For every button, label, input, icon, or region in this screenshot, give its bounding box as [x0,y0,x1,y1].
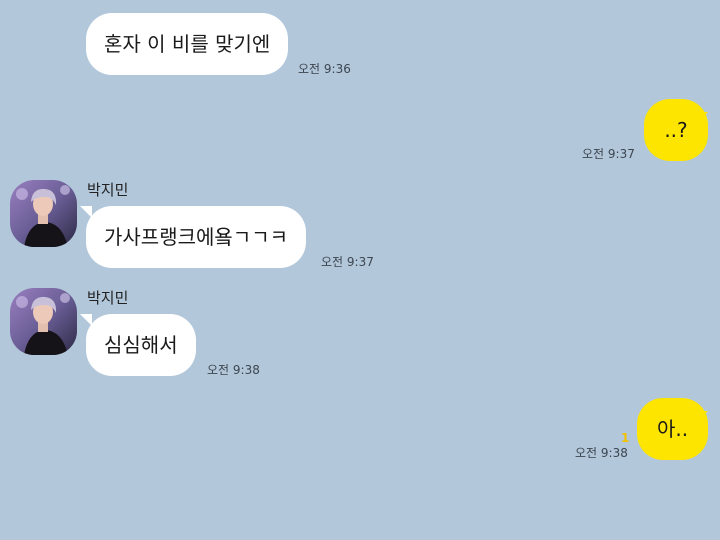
profile-photo [10,288,77,355]
outgoing-message-bubble[interactable]: 아.. [637,398,708,460]
message-text: 심심해서 [104,333,178,357]
message-text: ..? [664,118,688,142]
incoming-message-bubble[interactable]: 가사프랭크에욬ㄱㄱㅋ [86,206,306,268]
message-text: 아.. [656,417,689,441]
message-timestamp: 오전 9:37 [582,147,635,161]
message-text: 혼자 이 비를 맞기엔 [104,32,271,56]
outgoing-message-bubble[interactable]: ..? [644,99,708,161]
bubble-tail [696,411,708,423]
bubble-tail [696,112,708,124]
message-timestamp: 오전 9:38 [207,363,260,377]
message-timestamp: 오전 9:36 [298,62,351,76]
chat-area[interactable]: 혼자 이 비를 맞기엔 오전 9:36 ..? 오전 9:37 박지민 가사프랭… [0,0,720,540]
message-timestamp: 오전 9:37 [321,255,374,269]
bubble-tail [80,314,92,326]
sender-avatar[interactable] [10,180,77,247]
incoming-message-bubble[interactable]: 혼자 이 비를 맞기엔 [86,13,289,75]
sender-name: 박지민 [87,181,129,199]
profile-photo [10,180,77,247]
sender-name: 박지민 [87,289,129,307]
bubble-tail [80,206,92,218]
sender-avatar[interactable] [10,288,77,355]
unread-count: 1 [621,431,630,445]
incoming-message-bubble[interactable]: 심심해서 [86,314,196,376]
message-text: 가사프랭크에욬ㄱㄱㅋ [104,225,288,249]
message-timestamp: 오전 9:38 [575,446,628,460]
